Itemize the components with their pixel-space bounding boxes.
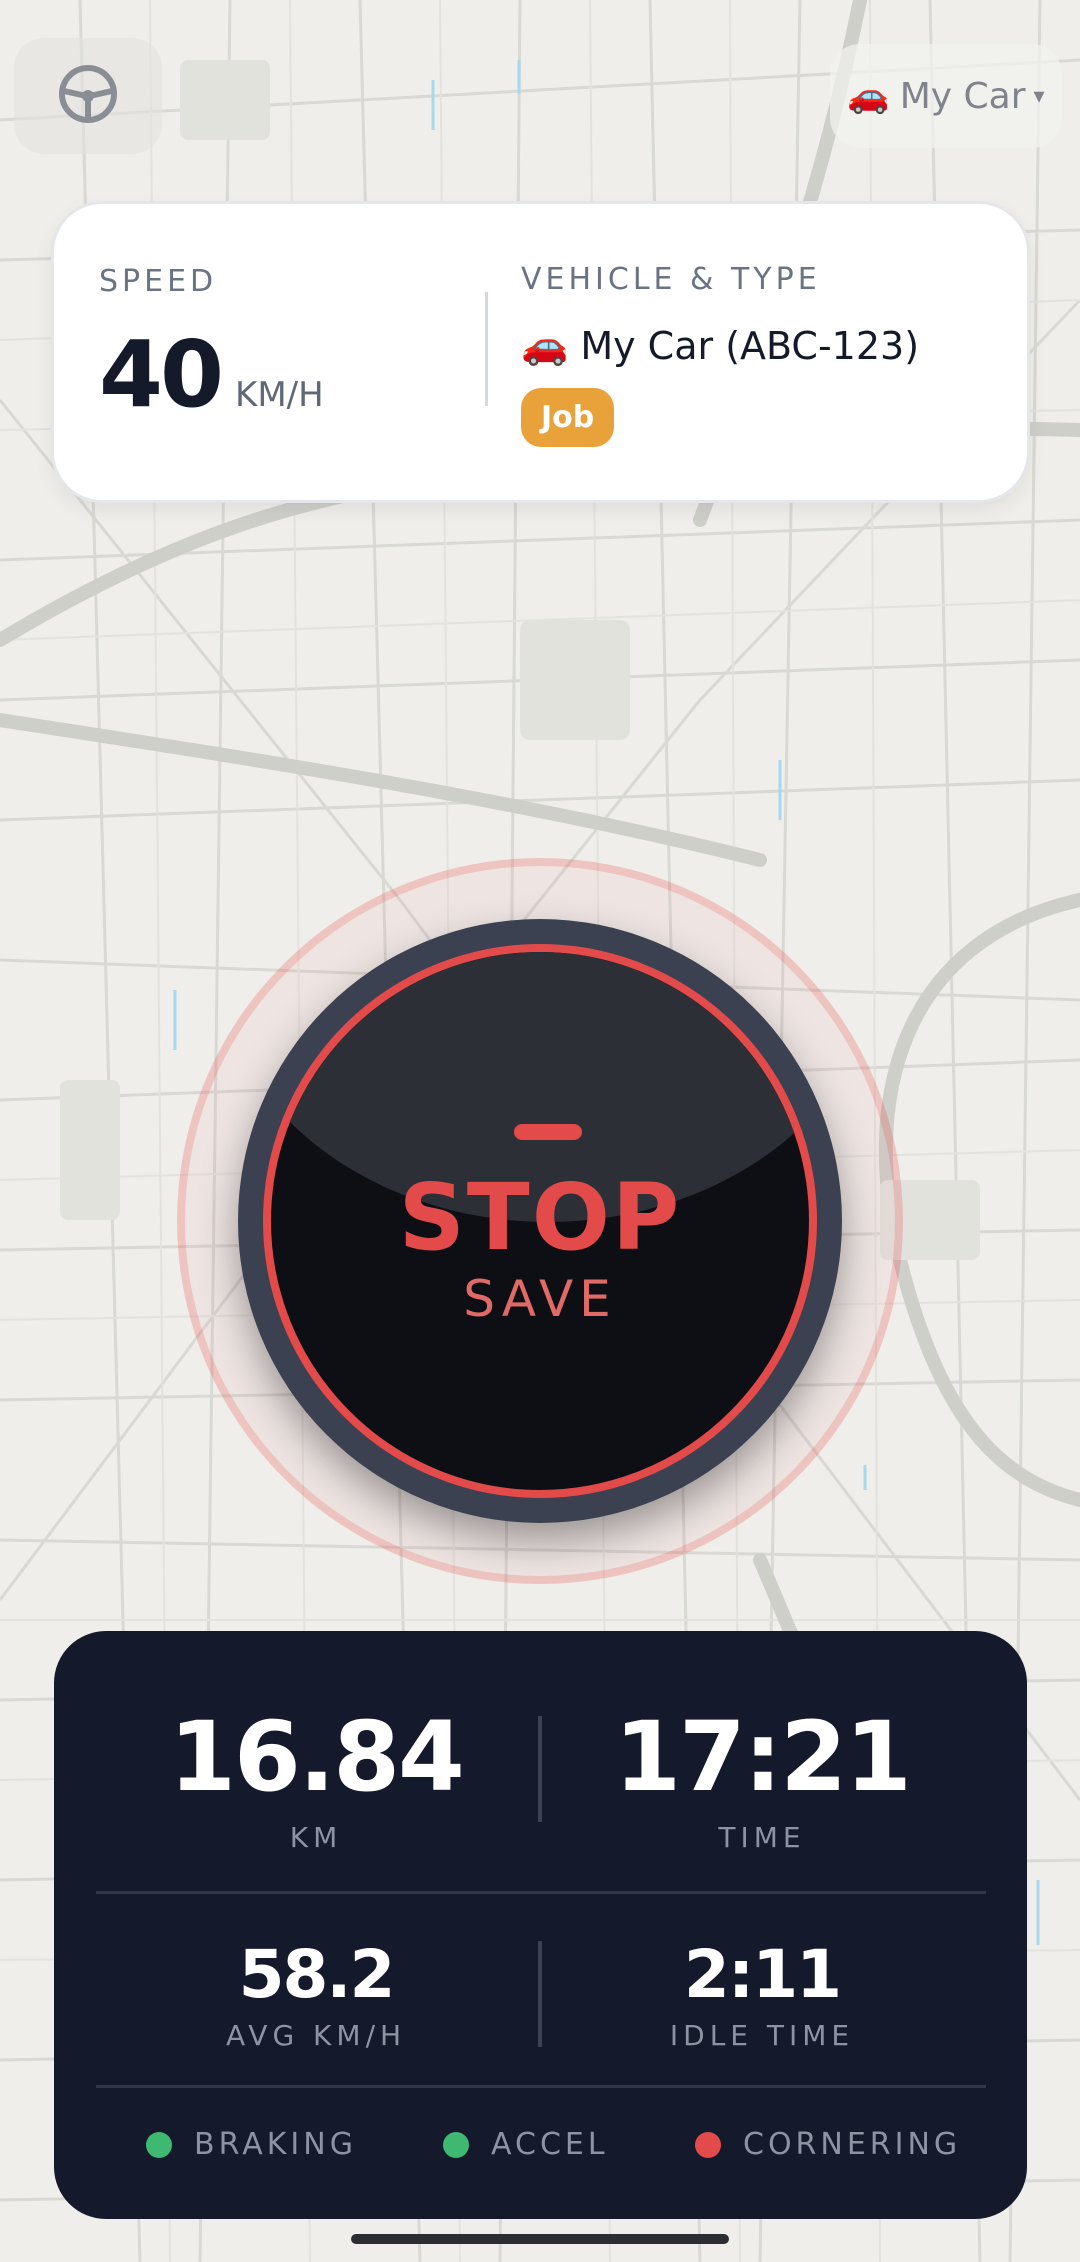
car-icon: 🚗: [847, 76, 890, 116]
vehicle-selector-label: My Car: [899, 75, 1026, 117]
card-divider: [485, 292, 488, 406]
save-label: SAVE: [463, 1270, 617, 1328]
idle-time-label: IDLE TIME: [669, 2019, 855, 2052]
trip-type-badge[interactable]: Job: [521, 388, 615, 447]
trip-stats-panel: 16.84 KM 17:21 TIME 58.2 AVG KM/H 2:11 I…: [54, 1631, 1027, 2219]
stop-save-button[interactable]: STOP SAVE: [263, 944, 817, 1498]
flag-label: BRAKING: [194, 2127, 357, 2162]
vehicle-type-label: VEHICLE & TYPE: [521, 262, 821, 297]
car-icon: 🚗: [521, 323, 569, 367]
time-label: TIME: [718, 1821, 806, 1854]
speed-label: SPEED: [99, 264, 218, 299]
idle-time-value: 2:11: [683, 1936, 842, 2013]
vehicle-name: 🚗 My Car (ABC-123): [521, 323, 919, 368]
status-dot-icon: [695, 2131, 721, 2158]
time-stat: 17:21 TIME: [542, 1701, 982, 1854]
vehicle-name-text: My Car (ABC-123): [580, 323, 920, 368]
flag-label: ACCEL: [491, 2127, 609, 2162]
speed-unit: KM/H: [235, 375, 324, 415]
stop-label: STOP: [398, 1164, 682, 1271]
status-dot-icon: [443, 2131, 469, 2158]
time-value: 17:21: [614, 1701, 912, 1813]
vehicle-selector[interactable]: 🚗 My Car ▾: [830, 44, 1062, 148]
avg-speed-stat: 58.2 AVG KM/H: [96, 1936, 536, 2052]
flag-cornering: CORNERING: [695, 2127, 961, 2162]
trip-info-card: SPEED 40 KM/H VEHICLE & TYPE 🚗 My Car (A…: [54, 204, 1027, 500]
speed-readout: 40 KM/H: [99, 321, 324, 428]
idle-time-stat: 2:11 IDLE TIME: [542, 1936, 982, 2052]
stats-row-divider: [96, 1891, 986, 1894]
status-dot-icon: [146, 2131, 172, 2158]
speed-value: 40: [99, 321, 224, 428]
avg-speed-value: 58.2: [238, 1936, 396, 2013]
steering-wheel-button[interactable]: [14, 38, 162, 154]
stop-dash-icon: [514, 1124, 582, 1140]
avg-speed-label: AVG KM/H: [225, 2019, 407, 2052]
flag-braking: BRAKING: [146, 2127, 357, 2162]
flag-accel: ACCEL: [443, 2127, 609, 2162]
steering-wheel-icon: [57, 63, 119, 129]
distance-value: 16.84: [169, 1701, 465, 1813]
chevron-down-icon: ▾: [1033, 83, 1045, 109]
speed-section: SPEED 40 KM/H: [99, 264, 324, 428]
stats-row-divider: [96, 2085, 986, 2088]
vehicle-section: VEHICLE & TYPE 🚗 My Car (ABC-123) Job: [521, 262, 919, 447]
distance-label: KM: [289, 1821, 343, 1854]
distance-stat: 16.84 KM: [96, 1701, 536, 1854]
driving-flags: BRAKING ACCEL CORNERING: [54, 2127, 1027, 2177]
home-indicator[interactable]: [351, 2234, 729, 2244]
flag-label: CORNERING: [743, 2127, 962, 2162]
